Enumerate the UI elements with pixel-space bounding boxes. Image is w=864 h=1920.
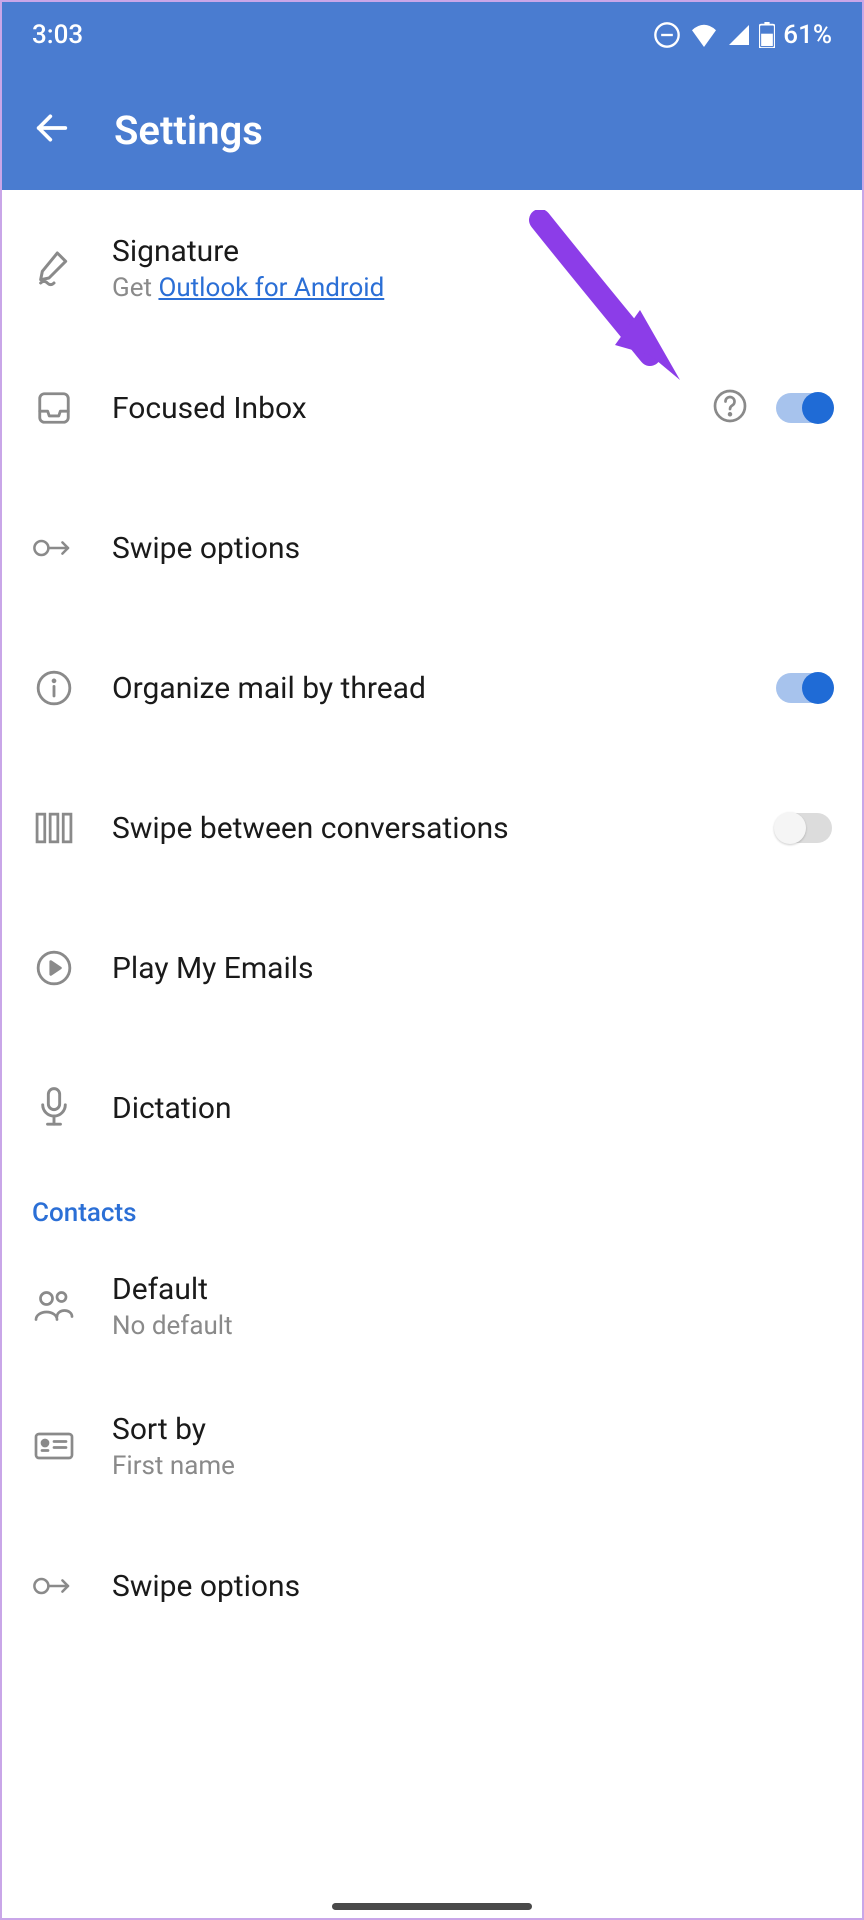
help-circle-icon — [712, 388, 748, 424]
signal-icon — [727, 23, 751, 47]
contacts-default-row[interactable]: Default No default — [0, 1236, 864, 1376]
contacts-swipe-options-title: Swipe options — [112, 1569, 832, 1604]
swipe-icon — [33, 1572, 75, 1600]
organize-thread-row[interactable]: Organize mail by thread — [0, 618, 864, 758]
play-circle-icon — [35, 949, 73, 987]
play-my-emails-row[interactable]: Play My Emails — [0, 898, 864, 1038]
people-icon — [33, 1288, 75, 1324]
back-button[interactable] — [32, 108, 72, 152]
navigation-handle[interactable] — [332, 1903, 532, 1910]
dictation-title: Dictation — [112, 1091, 832, 1126]
signature-subtitle: Get Outlook for Android — [112, 273, 832, 303]
dictation-row[interactable]: Dictation — [0, 1038, 864, 1178]
arrow-left-icon — [32, 108, 72, 148]
id-card-icon — [33, 1430, 75, 1462]
play-my-emails-title: Play My Emails — [112, 951, 832, 986]
focused-inbox-row[interactable]: Focused Inbox — [0, 338, 864, 478]
swipe-between-row[interactable]: Swipe between conversations — [0, 758, 864, 898]
sort-by-sub: First name — [112, 1451, 832, 1481]
contacts-section-header: Contacts — [0, 1178, 864, 1236]
wifi-icon — [689, 23, 719, 47]
swipe-between-toggle[interactable] — [776, 813, 832, 843]
inbox-icon — [35, 389, 73, 427]
swipe-between-title: Swipe between conversations — [112, 811, 740, 846]
swipe-options-row[interactable]: Swipe options — [0, 478, 864, 618]
focused-inbox-toggle[interactable] — [776, 393, 832, 423]
app-bar: Settings — [0, 70, 864, 190]
outlook-link[interactable]: Outlook for Android — [158, 273, 384, 303]
organize-thread-toggle[interactable] — [776, 673, 832, 703]
dnd-icon — [653, 21, 681, 49]
signature-title: Signature — [112, 234, 832, 269]
signature-row[interactable]: Signature Get Outlook for Android — [0, 198, 864, 338]
status-time: 3:03 — [32, 20, 83, 50]
help-button[interactable] — [712, 388, 748, 428]
contacts-default-title: Default — [112, 1272, 832, 1307]
mic-icon — [37, 1087, 71, 1129]
signature-icon — [34, 248, 74, 288]
page-title: Settings — [114, 107, 263, 154]
status-icons: 61% — [653, 20, 832, 50]
sort-by-row[interactable]: Sort by First name — [0, 1376, 864, 1516]
info-icon — [35, 669, 73, 707]
battery-icon — [759, 22, 775, 48]
focused-inbox-title: Focused Inbox — [112, 391, 676, 426]
battery-percent: 61% — [783, 20, 832, 50]
sort-by-title: Sort by — [112, 1412, 832, 1447]
columns-icon — [34, 810, 74, 846]
contacts-default-sub: No default — [112, 1311, 832, 1341]
organize-thread-title: Organize mail by thread — [112, 671, 740, 706]
swipe-options-title: Swipe options — [112, 531, 832, 566]
settings-list: Signature Get Outlook for Android Focuse… — [0, 190, 864, 1664]
swipe-icon — [33, 534, 75, 562]
status-bar: 3:03 61% — [0, 0, 864, 70]
contacts-swipe-options-row[interactable]: Swipe options — [0, 1516, 864, 1656]
